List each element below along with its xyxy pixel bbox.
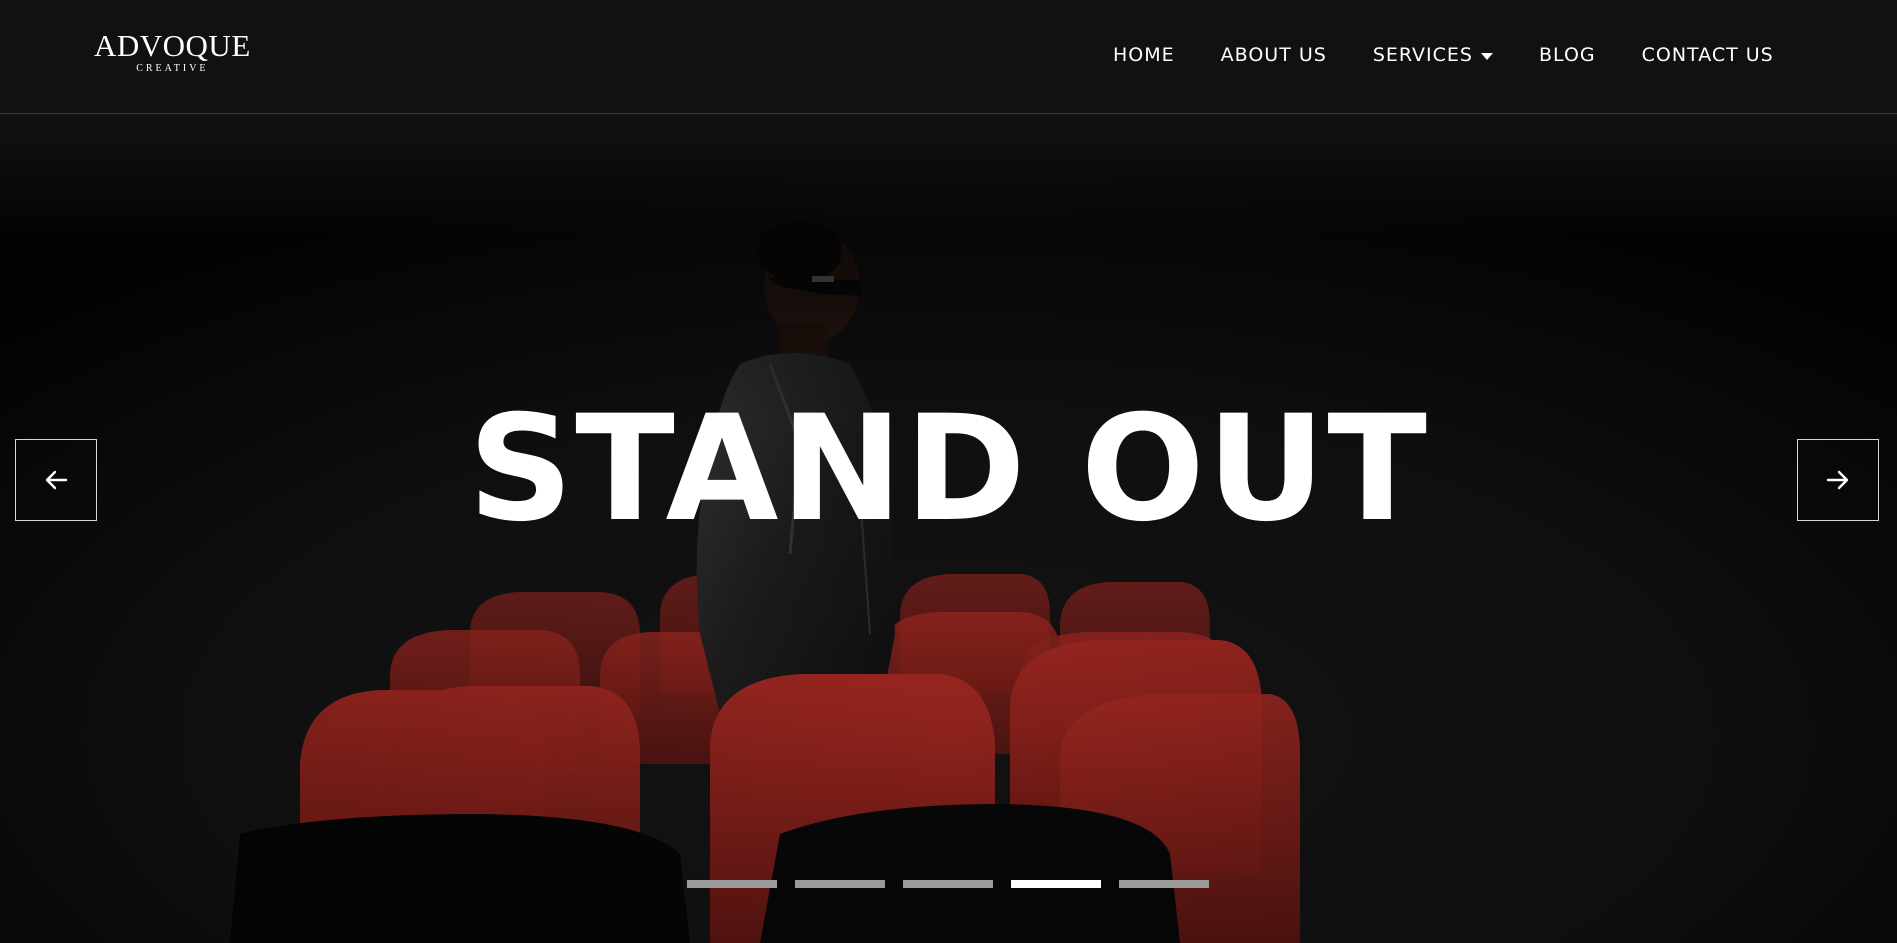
caret-down-icon	[1481, 52, 1493, 60]
hero-slider: STAND OUT	[0, 114, 1897, 943]
nav-services[interactable]: SERVICES	[1373, 44, 1493, 66]
nav-blog-label: BLOG	[1539, 44, 1596, 66]
nav-services-label: SERVICES	[1372, 44, 1473, 66]
nav-contact-us[interactable]: CONTACT US	[1642, 44, 1774, 66]
page: ADVOQUE CREATIVE HOME ABOUT US SERVICES …	[0, 0, 1897, 943]
slide-indicator-1[interactable]	[687, 880, 777, 888]
slider-indicators	[687, 880, 1209, 888]
nav-about-us[interactable]: ABOUT US	[1221, 44, 1327, 66]
slide-indicator-3[interactable]	[903, 880, 993, 888]
slider-prev-button[interactable]	[15, 439, 97, 521]
main-nav: HOME ABOUT US SERVICES BLOG CONTACT US	[1113, 44, 1774, 66]
nav-home[interactable]: HOME	[1113, 44, 1175, 66]
nav-about-us-label: ABOUT US	[1220, 44, 1327, 66]
site-header: ADVOQUE CREATIVE HOME ABOUT US SERVICES …	[0, 0, 1897, 114]
arrow-right-icon	[1826, 470, 1849, 490]
nav-home-label: HOME	[1113, 44, 1175, 66]
slider-next-button[interactable]	[1797, 439, 1879, 521]
slide-indicator-5[interactable]	[1119, 880, 1209, 888]
logo[interactable]: ADVOQUE CREATIVE	[94, 30, 251, 74]
logo-tagline: CREATIVE	[136, 63, 209, 74]
hero-title: STAND OUT	[468, 384, 1429, 554]
slide-indicator-2[interactable]	[795, 880, 885, 888]
slide-indicator-4[interactable]	[1011, 880, 1101, 888]
nav-blog[interactable]: BLOG	[1539, 44, 1596, 66]
logo-wordmark: ADVOQUE	[94, 28, 251, 63]
arrow-left-icon	[45, 470, 68, 490]
nav-contact-us-label: CONTACT US	[1641, 44, 1774, 66]
